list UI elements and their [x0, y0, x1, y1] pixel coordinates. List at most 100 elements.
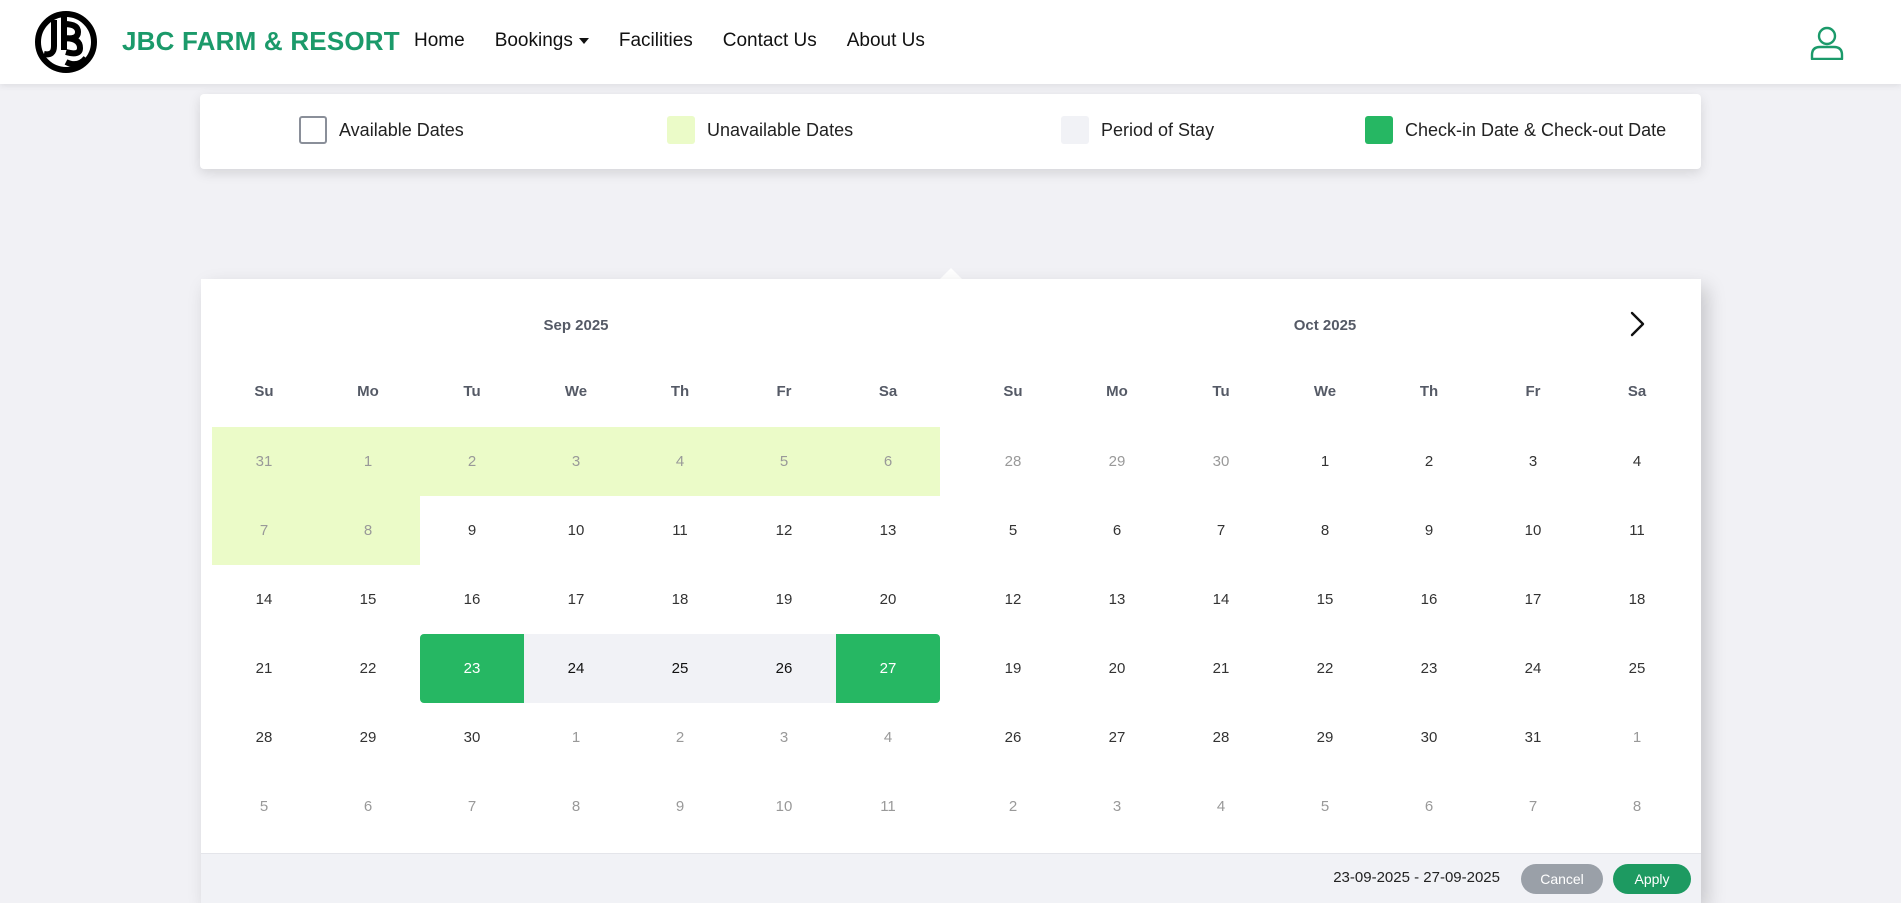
- calendar-day[interactable]: 15: [316, 565, 420, 634]
- calendar-day[interactable]: 29: [1273, 703, 1377, 772]
- apply-button[interactable]: Apply: [1613, 864, 1691, 894]
- calendar-day[interactable]: 5: [732, 427, 836, 496]
- calendar-day[interactable]: 5: [961, 496, 1065, 565]
- calendar-day[interactable]: 7: [1169, 496, 1273, 565]
- weekday-header: We: [1313, 383, 1337, 400]
- calendar-day[interactable]: 21: [212, 634, 316, 703]
- calendar-day[interactable]: 19: [961, 634, 1065, 703]
- calendar-day[interactable]: 2: [628, 703, 732, 772]
- calendar-day[interactable]: 18: [628, 565, 732, 634]
- calendar-day[interactable]: 17: [524, 565, 628, 634]
- calendar-day[interactable]: 8: [524, 772, 628, 841]
- calendar-day[interactable]: 18: [1585, 565, 1689, 634]
- legend-period-label: Period of Stay: [1101, 119, 1215, 140]
- calendar-day[interactable]: 24: [524, 634, 628, 703]
- calendar-day[interactable]: 30: [420, 703, 524, 772]
- calendar-day[interactable]: 15: [1273, 565, 1377, 634]
- calendar-day[interactable]: 8: [1273, 496, 1377, 565]
- calendar-day[interactable]: 11: [628, 496, 732, 565]
- calendar-day[interactable]: 28: [212, 703, 316, 772]
- calendar-day[interactable]: 20: [836, 565, 940, 634]
- calendar-day[interactable]: 28: [961, 427, 1065, 496]
- calendar-day[interactable]: 17: [1481, 565, 1585, 634]
- brand-name[interactable]: JBC FARM & RESORT: [122, 26, 400, 57]
- calendar-day[interactable]: 28: [1169, 703, 1273, 772]
- calendar-day[interactable]: 2: [961, 772, 1065, 841]
- calendar-day[interactable]: 6: [316, 772, 420, 841]
- cancel-button[interactable]: Cancel: [1521, 864, 1603, 894]
- calendar-day[interactable]: 6: [1065, 496, 1169, 565]
- calendar-day[interactable]: 8: [316, 496, 420, 565]
- calendar-day[interactable]: 30: [1377, 703, 1481, 772]
- calendar-day[interactable]: 31: [1481, 703, 1585, 772]
- calendar-day[interactable]: 27: [1065, 703, 1169, 772]
- calendar-day[interactable]: 3: [524, 427, 628, 496]
- calendar-day[interactable]: 14: [1169, 565, 1273, 634]
- calendar-day[interactable]: 26: [732, 634, 836, 703]
- calendar-day[interactable]: 13: [836, 496, 940, 565]
- jbc-logo-icon[interactable]: [34, 10, 98, 74]
- calendar-day[interactable]: 12: [961, 565, 1065, 634]
- calendar-day[interactable]: 9: [420, 496, 524, 565]
- calendar-day[interactable]: 27: [836, 634, 940, 703]
- calendar-day[interactable]: 16: [1377, 565, 1481, 634]
- calendar-day[interactable]: 7: [420, 772, 524, 841]
- calendar-day[interactable]: 26: [961, 703, 1065, 772]
- calendar-day[interactable]: 19: [732, 565, 836, 634]
- user-icon[interactable]: [1810, 26, 1844, 60]
- calendar-day[interactable]: 1: [524, 703, 628, 772]
- calendar-day[interactable]: 1: [316, 427, 420, 496]
- calendar-day[interactable]: 10: [524, 496, 628, 565]
- calendar-day[interactable]: 14: [212, 565, 316, 634]
- calendar-day[interactable]: 7: [212, 496, 316, 565]
- calendar-day[interactable]: 24: [1481, 634, 1585, 703]
- calendar-day[interactable]: 29: [316, 703, 420, 772]
- calendar-day[interactable]: 31: [212, 427, 316, 496]
- calendar-day[interactable]: 21: [1169, 634, 1273, 703]
- calendar-day[interactable]: 3: [732, 703, 836, 772]
- calendar-day[interactable]: 11: [1585, 496, 1689, 565]
- calendar-day[interactable]: 4: [836, 703, 940, 772]
- nav-bookings-dropdown[interactable]: Bookings: [495, 30, 589, 52]
- calendar-day[interactable]: 3: [1065, 772, 1169, 841]
- calendar-day[interactable]: 2: [1377, 427, 1481, 496]
- nav-contact-us[interactable]: Contact Us: [723, 30, 817, 52]
- calendar-day[interactable]: 1: [1585, 703, 1689, 772]
- weekday-header: Mo: [357, 383, 379, 400]
- calendar-day[interactable]: 1: [1273, 427, 1377, 496]
- calendar-day[interactable]: 4: [1169, 772, 1273, 841]
- calendar-day[interactable]: 29: [1065, 427, 1169, 496]
- calendar-day[interactable]: 9: [1377, 496, 1481, 565]
- nav-about-us[interactable]: About Us: [847, 30, 925, 52]
- nav-facilities[interactable]: Facilities: [619, 30, 693, 52]
- calendar-day[interactable]: 4: [628, 427, 732, 496]
- calendar-day[interactable]: 12: [732, 496, 836, 565]
- calendar-day[interactable]: 16: [420, 565, 524, 634]
- calendar-day[interactable]: 9: [628, 772, 732, 841]
- calendar-day[interactable]: 23: [1377, 634, 1481, 703]
- calendar-day[interactable]: 25: [628, 634, 732, 703]
- calendar-day[interactable]: 4: [1585, 427, 1689, 496]
- calendar-day[interactable]: 2: [420, 427, 524, 496]
- calendar-day[interactable]: 22: [316, 634, 420, 703]
- caret-down-icon: [578, 38, 589, 44]
- calendar-day[interactable]: 6: [1377, 772, 1481, 841]
- calendar-day[interactable]: 23: [420, 634, 524, 703]
- calendar-day[interactable]: 13: [1065, 565, 1169, 634]
- calendar-day[interactable]: 5: [1273, 772, 1377, 841]
- calendar-day[interactable]: 11: [836, 772, 940, 841]
- calendar-day[interactable]: 8: [1585, 772, 1689, 841]
- calendar-day[interactable]: 25: [1585, 634, 1689, 703]
- calendar-day[interactable]: 22: [1273, 634, 1377, 703]
- calendar-day[interactable]: 6: [836, 427, 940, 496]
- chevron-right-icon[interactable]: [1623, 309, 1651, 339]
- calendar-day[interactable]: 20: [1065, 634, 1169, 703]
- calendar-day[interactable]: 30: [1169, 427, 1273, 496]
- calendar-day[interactable]: 5: [212, 772, 316, 841]
- calendar-day[interactable]: 3: [1481, 427, 1585, 496]
- calendar-day[interactable]: 10: [1481, 496, 1585, 565]
- calendar-day[interactable]: 7: [1481, 772, 1585, 841]
- weekday-header: Tu: [1212, 383, 1230, 400]
- calendar-day[interactable]: 10: [732, 772, 836, 841]
- nav-home[interactable]: Home: [414, 30, 465, 52]
